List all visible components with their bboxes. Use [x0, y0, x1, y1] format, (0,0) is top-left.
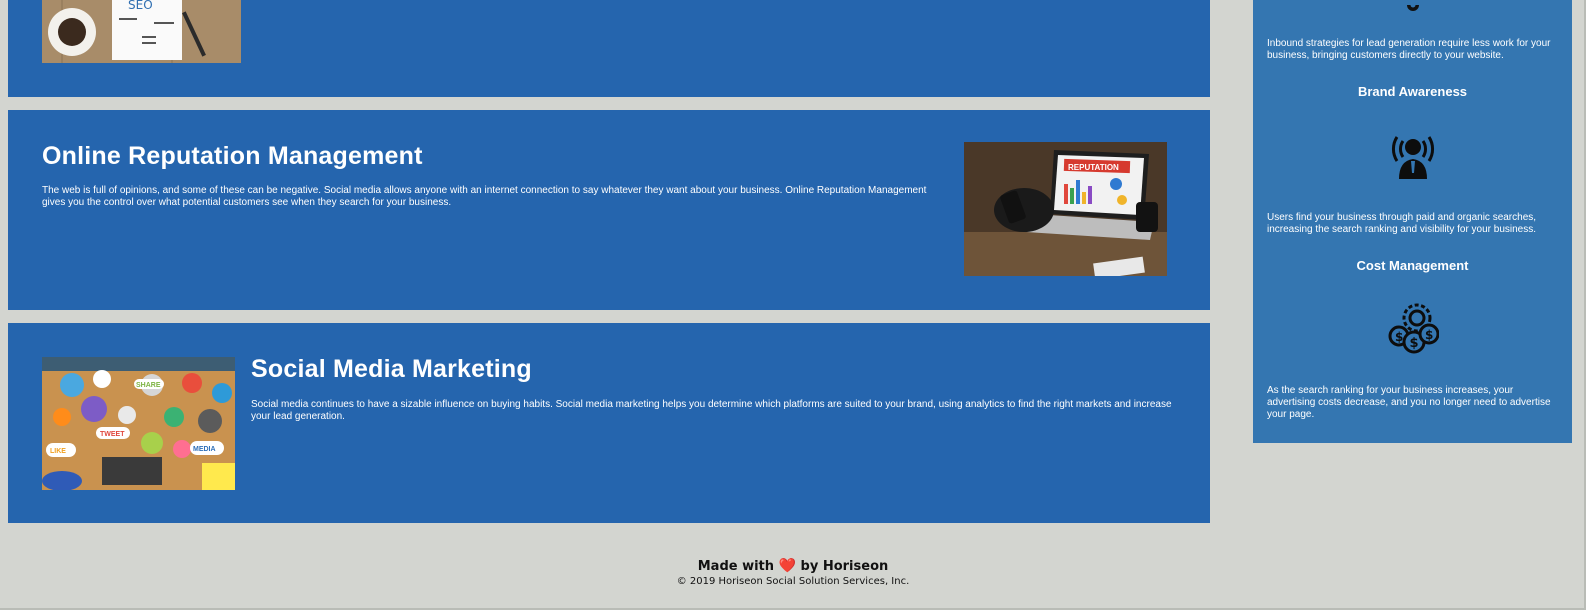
made-with-prefix: Made with	[697, 559, 775, 574]
seo-article: SEO	[8, 0, 1210, 97]
svg-text:$: $	[1425, 328, 1433, 342]
brand-awareness-heading: Brand Awareness	[1357, 84, 1468, 99]
reputation-image: REPUTATION	[964, 142, 1167, 276]
social-media-article: SHARE TWEET LIKE MEDIA Social Media Mark…	[8, 323, 1210, 523]
article-text: The web is full of opinions, and some of…	[42, 185, 927, 208]
heart-icon: ❤️	[778, 558, 796, 574]
online-reputation-article: Online Reputation Management The web is …	[8, 110, 1210, 310]
article-text: Social media continues to have a sizable…	[251, 399, 1172, 422]
cost-management-text: As the search ranking for your business …	[1267, 385, 1551, 420]
reputation-label: REPUTATION	[1068, 163, 1119, 172]
seo-text: SEO	[128, 0, 153, 12]
brand-awareness-text: Users find your business through paid an…	[1267, 212, 1537, 235]
lead-generation-text: Inbound strategies for lead generation r…	[1267, 38, 1551, 61]
seo-image: SEO	[42, 0, 241, 63]
made-with-suffix: by Horiseon	[800, 559, 889, 574]
share-bubble-label: SHARE	[136, 382, 161, 389]
article-title: Online Reputation Management	[42, 142, 423, 170]
lead-generation-icon	[1405, 0, 1421, 11]
gear-money-icon: $ $ $	[1387, 302, 1440, 354]
tweet-bubble-label: TWEET	[100, 431, 125, 438]
like-bubble-label: LIKE	[50, 448, 66, 455]
benefits-sidebar: Inbound strategies for lead generation r…	[1253, 0, 1572, 443]
made-with-text: Made with ❤️ by Horiseon	[0, 558, 1586, 575]
social-media-image: SHARE TWEET LIKE MEDIA	[42, 357, 235, 490]
article-title: Social Media Marketing	[251, 355, 532, 383]
media-bubble-label: MEDIA	[193, 446, 216, 453]
broadcast-person-icon	[1387, 127, 1439, 179]
page-footer: Made with ❤️ by Horiseon © 2019 Horiseon…	[0, 558, 1586, 589]
copyright-text: © 2019 Horiseon Social Solution Services…	[676, 576, 910, 587]
svg-text:$: $	[1410, 336, 1419, 351]
cost-management-heading: Cost Management	[1356, 258, 1469, 273]
svg-text:$: $	[1395, 330, 1403, 344]
